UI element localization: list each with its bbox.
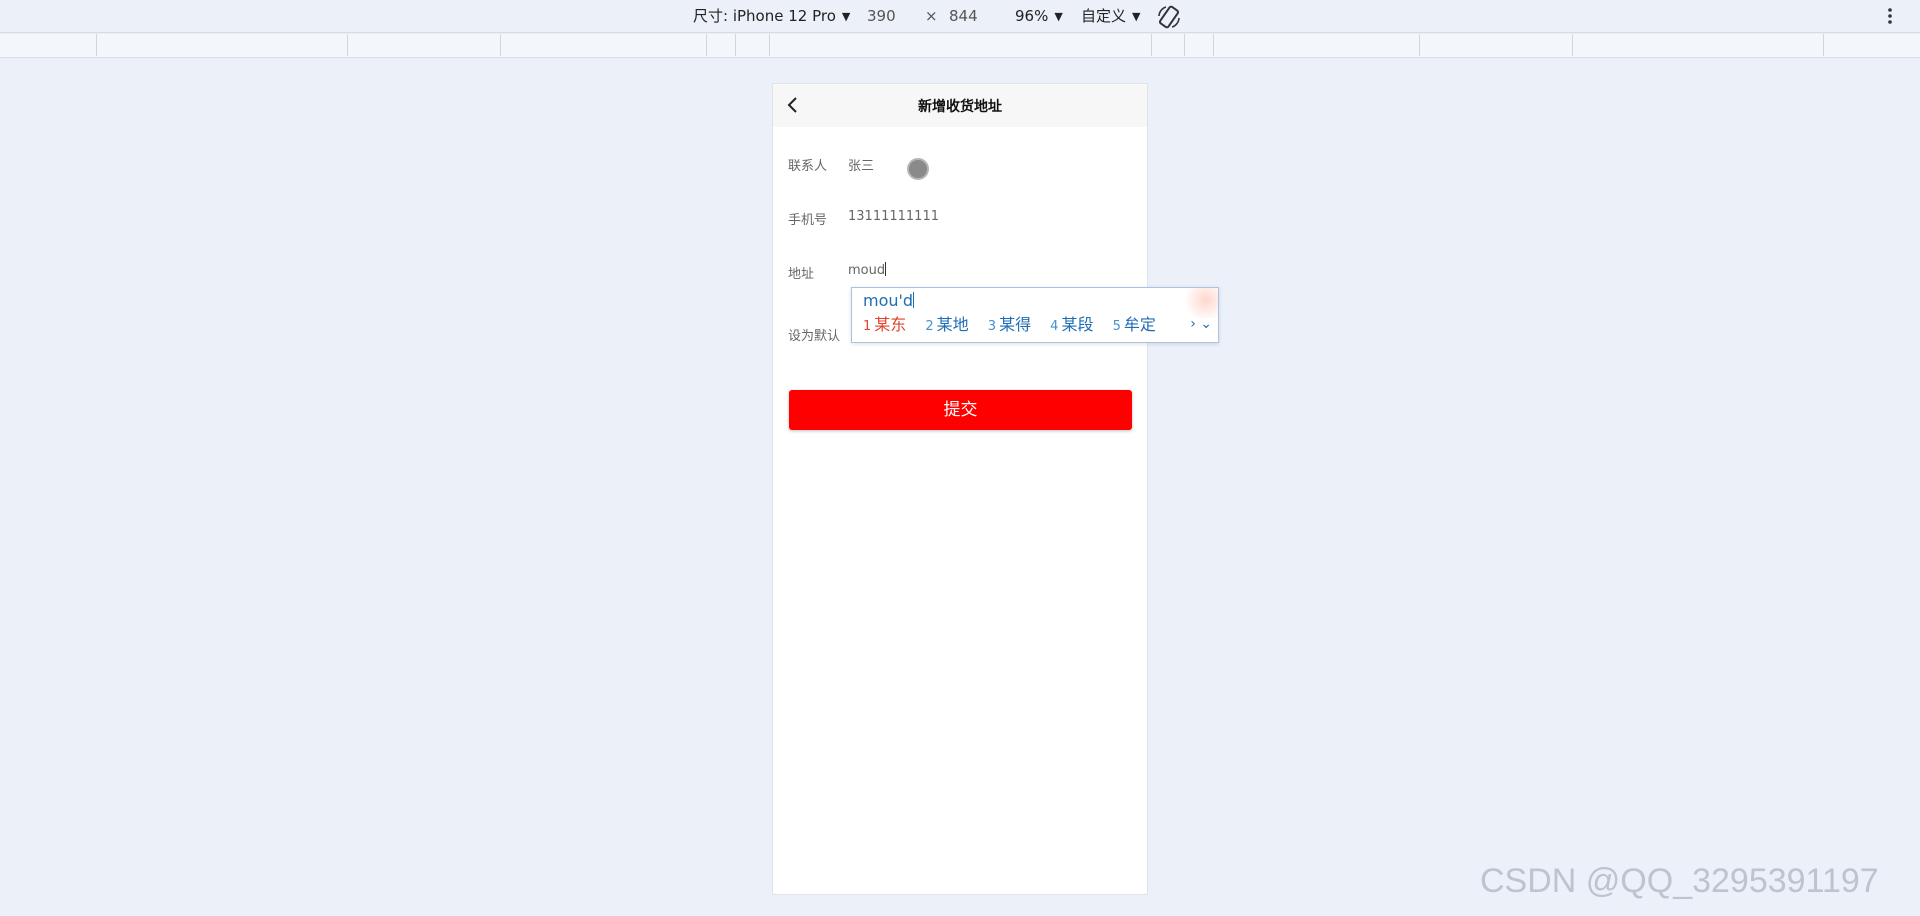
ruler-tick xyxy=(96,34,97,56)
ime-skin-decoration xyxy=(1178,288,1218,318)
ruler-tick xyxy=(1151,34,1152,56)
times-symbol: × xyxy=(925,7,938,25)
throttle-caret-icon: ▼ xyxy=(1132,10,1141,23)
device-caret-icon: ▼ xyxy=(841,10,851,23)
ime-candidate-text: 某地 xyxy=(936,315,969,334)
rotate-icon[interactable] xyxy=(1156,4,1182,30)
default-label: 设为默认 xyxy=(788,329,841,344)
ime-candidate-text: 牟定 xyxy=(1123,315,1156,334)
device-select[interactable]: 尺寸: iPhone 12 Pro ▼ xyxy=(693,7,850,27)
ime-candidate-number: 4 xyxy=(1050,319,1059,334)
address-value: moud xyxy=(848,263,886,278)
ime-candidate[interactable]: 5 牟定 xyxy=(1113,315,1156,337)
ime-candidate-text: 某段 xyxy=(1061,315,1094,334)
ime-candidate-text: 某东 xyxy=(874,315,907,334)
ime-composition-text: mou'd xyxy=(863,291,914,310)
ime-candidate[interactable]: 4 某段 xyxy=(1050,315,1093,337)
touch-cursor-indicator xyxy=(907,158,929,180)
more-options-icon[interactable] xyxy=(1886,6,1894,26)
throttle-select[interactable]: 自定义 ▼ xyxy=(1081,7,1140,27)
media-query-ruler[interactable] xyxy=(0,34,1920,58)
submit-button[interactable]: 提交 xyxy=(789,390,1132,430)
throttle-label: 自定义 xyxy=(1081,7,1127,25)
ime-candidate-number: 1 xyxy=(863,319,872,334)
phone-label: 手机号 xyxy=(788,213,828,228)
page-title: 新增收货地址 xyxy=(918,99,1002,115)
text-cursor xyxy=(885,262,887,276)
width-input[interactable]: 390 xyxy=(867,7,896,25)
contact-label: 联系人 xyxy=(788,159,828,174)
ime-composition: mou'd xyxy=(863,291,915,311)
ime-candidate-list: 1 某东 2 某地 3 某得 4 某段 5 牟定 xyxy=(863,315,1170,337)
phone-viewport: 新增收货地址 联系人 张三 手机号 13111111111 地址 moud 设为… xyxy=(772,83,1148,895)
ruler-tick xyxy=(347,34,348,56)
zoom-label: 96% xyxy=(1015,7,1049,25)
zoom-select[interactable]: 96% ▼ xyxy=(1015,7,1063,27)
ruler-tick xyxy=(769,34,770,56)
watermark: CSDN @QQ_3295391197 xyxy=(1480,862,1879,900)
ime-candidate-window: mou'd 1 某东 2 某地 3 某得 4 某段 5 牟定 › ⌄ xyxy=(851,287,1219,343)
ime-candidate[interactable]: 2 某地 xyxy=(925,315,968,337)
ruler-tick xyxy=(1419,34,1420,56)
ime-candidate-number: 3 xyxy=(987,319,997,334)
ruler-tick xyxy=(1184,34,1185,56)
nav-bar: 新增收货地址 xyxy=(773,84,1147,127)
ruler-tick xyxy=(706,34,707,56)
zoom-caret-icon: ▼ xyxy=(1054,10,1063,23)
ruler-tick xyxy=(1823,34,1824,56)
devtools-toolbar: 尺寸: iPhone 12 Pro ▼ 390 × 844 96% ▼ 自定义 ▼ xyxy=(0,0,1920,33)
phone-input[interactable]: 13111111111 xyxy=(848,209,939,224)
ime-candidate-text: 某得 xyxy=(999,315,1032,334)
contact-input[interactable]: 张三 xyxy=(848,155,874,174)
ime-candidate[interactable]: 3 某得 xyxy=(988,315,1031,337)
ime-next-page-icon[interactable]: › ⌄ xyxy=(1190,316,1212,332)
ruler-tick xyxy=(735,34,736,56)
ime-candidate-number: 2 xyxy=(925,319,934,334)
ime-candidate-number: 5 xyxy=(1112,319,1121,334)
ruler-tick xyxy=(1572,34,1573,56)
address-label: 地址 xyxy=(788,267,815,282)
height-input[interactable]: 844 xyxy=(949,7,978,25)
address-input[interactable]: moud xyxy=(848,262,887,278)
ime-cursor xyxy=(913,292,915,308)
ruler-tick xyxy=(1213,34,1214,56)
ruler-tick xyxy=(500,34,501,56)
device-label: 尺寸: iPhone 12 Pro xyxy=(693,7,836,25)
ime-candidate[interactable]: 1 某东 xyxy=(863,315,906,337)
